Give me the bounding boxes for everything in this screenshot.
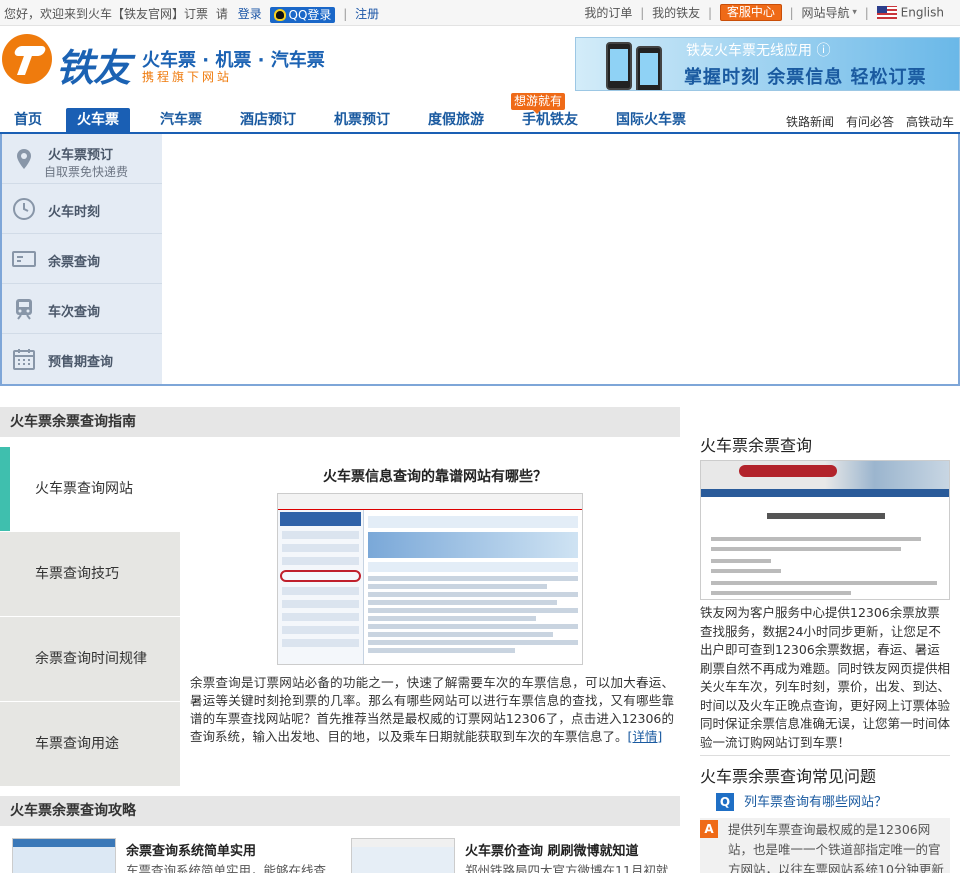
nav-bus-tickets[interactable]: 汽车票: [160, 108, 202, 133]
separator: |: [864, 5, 869, 20]
language-switch[interactable]: English: [876, 5, 944, 20]
nav-railway-news[interactable]: 铁路新闻: [786, 113, 834, 130]
separator: |: [640, 5, 645, 20]
faq-answer: A 提供列车票查询最权威的是12306网站，也是唯一一个铁道部指定唯一的官方网站…: [700, 818, 950, 873]
tab-query-uses[interactable]: 车票查询用途: [0, 702, 180, 786]
logo-text: 铁友: [56, 46, 131, 90]
phone-icon: [606, 42, 632, 90]
right-description: 铁友网为客户服务中心提供12306余票放票查找服务，数据24小时同步更新，让您足…: [700, 605, 951, 750]
greeting-text: 您好，欢迎来到火车【铁友官网】订票: [4, 7, 209, 21]
qq-icon: [273, 8, 286, 21]
login-link[interactable]: 登录: [238, 7, 262, 21]
announcement-screenshot: [700, 460, 950, 600]
nav-home[interactable]: 首页: [14, 108, 42, 133]
top-bar: 您好，欢迎来到火车【铁友官网】订票 请 登录 QQ登录 | 注册 我的订单 | …: [0, 0, 960, 26]
strategy-desc: 车票查询系统简单实用，能够在线查: [126, 863, 327, 873]
menu-remaining-tickets[interactable]: 余票查询: [2, 234, 162, 284]
language-label: English: [900, 5, 944, 20]
divider: [700, 755, 950, 756]
menu-label: 火车票预订: [48, 148, 114, 163]
phone-icon: [636, 46, 662, 90]
my-tieyou-link[interactable]: 我的铁友: [652, 6, 700, 20]
caret-down-icon: ▾: [849, 7, 857, 18]
article-body: 余票查询是订票网站必备的功能之一，快速了解需要车次的车票信息，可以加大春运、暑运…: [190, 674, 674, 746]
right-title: 火车票余票查询: [700, 436, 813, 455]
separator: |: [343, 7, 348, 21]
main-nav: 首页 火车票 汽车票 酒店预订 机票预订 度假旅游 想游就有 手机铁友 国际火车…: [0, 93, 960, 134]
train-icon: [16, 299, 32, 320]
menu-label: 预售期查询: [48, 355, 114, 370]
tab-time-patterns[interactable]: 余票查询时间规律: [0, 617, 180, 701]
nav-vacation[interactable]: 度假旅游: [428, 108, 484, 133]
location-pin-icon: [17, 149, 31, 169]
site-nav-label: 网站导航: [801, 6, 850, 20]
uk-flag-icon: [876, 6, 897, 20]
article-title: 火车票信息查询的靠谱网站有哪些？: [323, 469, 547, 485]
search-menu: 火车票预订 自取票免快递费 火车时刻 余票查询 车次查询 预售期查询: [2, 134, 162, 384]
question-text: 列车票查询有哪些网站？: [744, 795, 888, 810]
separator: |: [707, 5, 712, 20]
article-text: 余票查询是订票网站必备的功能之一，快速了解需要车次的车票信息，可以加大春运、暑运…: [190, 675, 674, 744]
site-nav-dropdown[interactable]: 网站导航 ▾: [801, 5, 857, 20]
tab-query-sites[interactable]: 火车票查询网站: [0, 447, 180, 531]
strategy-title[interactable]: 火车票价查询 刷刷微博就知道: [465, 840, 639, 859]
article-screenshot: [277, 493, 583, 665]
faq-title: 火车票余票查询常见问题: [700, 767, 877, 786]
nav-mobile[interactable]: 手机铁友: [522, 108, 578, 133]
search-panel: 火车票预订 自取票免快递费 火车时刻 余票查询 车次查询 预售期查询: [0, 134, 960, 386]
register-link[interactable]: 注册: [355, 7, 379, 21]
nav-qa[interactable]: 有问必答: [846, 113, 894, 130]
qq-login-label: QQ登录: [288, 7, 332, 22]
mobile-app-banner[interactable]: 铁友火车票无线应用 ⓘ 掌握时刻 余票信息 轻松订票: [575, 37, 960, 91]
logo-mark-icon: [2, 34, 52, 84]
menu-timetable[interactable]: 火车时刻: [2, 184, 162, 234]
my-orders-link[interactable]: 我的订单: [584, 6, 632, 20]
please-text: 请: [215, 7, 228, 21]
clock-icon: [13, 198, 35, 220]
nav-hotel[interactable]: 酒店预订: [240, 108, 296, 133]
menu-book-tickets[interactable]: 火车票预订 自取票免快递费: [2, 134, 162, 184]
menu-label: 余票查询: [48, 255, 101, 270]
menu-train-number[interactable]: 车次查询: [2, 284, 162, 334]
site-logo[interactable]: 铁友 火车票 · 机票 · 汽车票 携程旗下网站: [0, 34, 340, 94]
strategy-heading: 火车票余票查询攻略: [0, 796, 680, 826]
nav-high-speed[interactable]: 高铁动车: [906, 113, 954, 130]
menu-label: 火车时刻: [48, 205, 101, 220]
calendar-icon: [13, 349, 35, 370]
service-center-button[interactable]: 客服中心: [719, 4, 782, 21]
guide-tabs: 火车票查询网站 车票查询技巧 余票查询时间规律 车票查询用途: [0, 447, 180, 787]
answer-text: 提供列车票查询最权威的是12306网站，也是唯一一个铁道部指定唯一的官方网站，以…: [728, 822, 944, 873]
menu-presale[interactable]: 预售期查询: [2, 334, 162, 384]
faq-question[interactable]: Q 列车票查询有哪些网站？: [716, 791, 887, 813]
guide-heading: 火车票余票查询指南: [0, 407, 680, 437]
article-thumbnail: [351, 838, 455, 873]
ticket-icon: [12, 251, 36, 267]
banner-line1: 铁友火车票无线应用 ⓘ: [686, 43, 831, 59]
separator: |: [789, 5, 794, 20]
nav-train-tickets[interactable]: 火车票: [66, 108, 130, 133]
tab-query-tips[interactable]: 车票查询技巧: [0, 532, 180, 616]
nav-flights[interactable]: 机票预订: [334, 108, 390, 133]
menu-sublabel: 自取票免快递费: [44, 165, 129, 179]
banner-line2: 掌握时刻 余票信息 轻松订票: [684, 67, 927, 88]
q-badge: Q: [716, 793, 734, 811]
read-more-link[interactable]: [详情]: [628, 729, 663, 744]
strategy-desc: 郑州铁路局四大官方微博在11月初就: [465, 863, 669, 873]
a-badge: A: [700, 820, 718, 838]
nav-international[interactable]: 国际火车票: [616, 108, 686, 133]
menu-label: 车次查询: [48, 305, 101, 320]
strategy-title[interactable]: 余票查询系统简单实用: [126, 840, 256, 859]
article-thumbnail: [12, 838, 116, 873]
logo-subtag: 携程旗下网站: [142, 70, 233, 84]
qq-login-button[interactable]: QQ登录: [269, 6, 336, 23]
